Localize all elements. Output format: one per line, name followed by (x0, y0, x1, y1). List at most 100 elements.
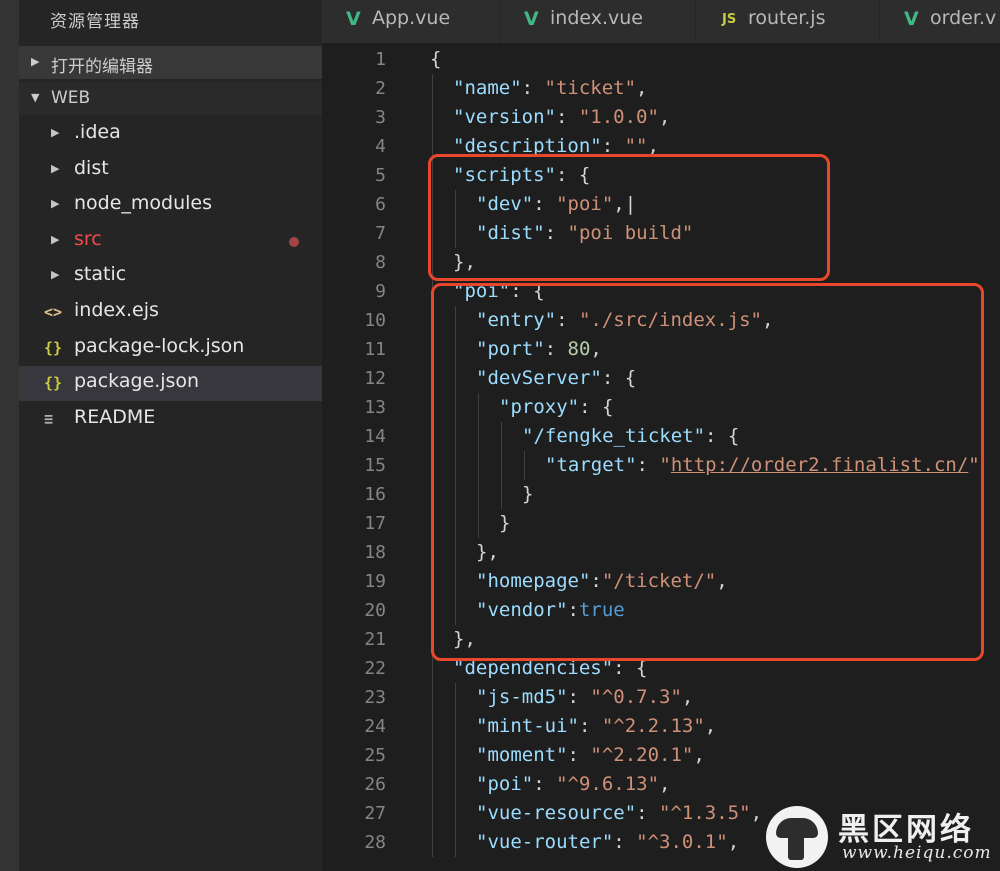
line-number: 2 (375, 78, 386, 99)
line-number: 4 (375, 136, 386, 157)
tab-app-vue[interactable]: V App.vue (322, 0, 500, 43)
line-number: 13 (364, 397, 386, 418)
line-number: 5 (375, 165, 386, 186)
tab-label: order.v (930, 7, 997, 29)
line-number: 28 (364, 832, 386, 853)
tree-item-dist[interactable]: ▶ dist (19, 153, 322, 188)
chevron-right-icon: ▶ (51, 161, 60, 175)
code-line: 26 "poi": "^9.6.13", (322, 770, 1000, 799)
line-number: 1 (375, 49, 386, 70)
line-number: 14 (364, 426, 386, 447)
explorer-sidebar: 资源管理器 ▶ 打开的编辑器 ▼ WEB ▶ .idea ▶ dist ▶ node_mo… (0, 0, 322, 871)
tree-item-label: node_modules (74, 192, 213, 215)
line-number: 12 (364, 368, 386, 389)
line-number: 11 (364, 339, 386, 360)
tree-item-package-lock-json[interactable]: {} package-lock.json (19, 331, 322, 366)
line-number: 9 (375, 281, 386, 302)
tab-order-v[interactable]: Vorder.v (880, 0, 1000, 43)
code-text: "vue-router": "^3.0.1", (476, 831, 740, 853)
line-number: 17 (364, 513, 386, 534)
code-text: { (430, 48, 442, 70)
chevron-right-icon: ▶ (51, 126, 60, 139)
modified-dot-icon (289, 236, 299, 247)
code-line: 23 "js-md5": "^0.7.3", (322, 683, 1000, 712)
folder-header-web[interactable]: ▼ WEB (19, 82, 322, 115)
chevron-right-icon: ▶ (51, 197, 60, 211)
line-number: 8 (375, 252, 386, 273)
open-editors-header[interactable]: ▶ 打开的编辑器 (19, 46, 322, 79)
code-line: 3 "version": "1.0.0", (322, 103, 1000, 132)
code-line: 2 "name": "ticket", (322, 74, 1000, 103)
code-text: "mint-ui": "^2.2.13", (476, 715, 717, 737)
html-file-icon: <> (44, 303, 63, 321)
js-icon: JS (722, 12, 737, 27)
tree-item-readme[interactable]: ≡ README (19, 402, 322, 437)
tab-label: App.vue (372, 7, 451, 29)
line-number: 23 (364, 687, 386, 708)
line-number: 16 (364, 484, 386, 505)
code-text: "poi": "^9.6.13", (476, 773, 671, 795)
code-text: "name": "ticket", (453, 77, 648, 99)
line-number: 22 (364, 658, 386, 679)
tab-index-vue[interactable]: Vindex.vue (500, 0, 696, 43)
line-number: 25 (364, 745, 386, 766)
vue-icon: V (524, 8, 539, 30)
line-number: 6 (375, 194, 386, 215)
code-text: "js-md5": "^0.7.3", (476, 686, 694, 708)
tree-item-static[interactable]: ▶ static (19, 259, 322, 294)
tree-item-src[interactable]: ▶ src (19, 224, 322, 259)
tree-item-label: static (74, 263, 127, 286)
line-number: 20 (364, 600, 386, 621)
tree-item-index-ejs[interactable]: <> index.ejs (19, 295, 322, 330)
code-text: "version": "1.0.0", (453, 106, 671, 128)
line-number: 27 (364, 803, 386, 824)
activity-bar (0, 0, 19, 871)
chevron-right-icon: ▶ (51, 232, 60, 246)
tree-item-idea[interactable]: ▶ .idea (19, 117, 322, 152)
text-file-icon: ≡ (44, 409, 54, 428)
code-line: 25 "moment": "^2.20.1", (322, 741, 1000, 770)
watermark-url: www.heiqu.com (842, 843, 992, 863)
tree-item-label: src (74, 227, 102, 250)
json-file-icon: {} (44, 338, 63, 357)
line-number: 26 (364, 774, 386, 795)
explorer-title: 资源管理器 (50, 12, 140, 32)
line-number: 3 (375, 107, 386, 128)
code-text: "vue-resource": "^1.3.5", (476, 802, 763, 824)
line-number: 15 (364, 455, 386, 476)
open-editors-label: 打开的编辑器 (51, 57, 153, 77)
code-text: "moment": "^2.20.1", (476, 744, 705, 766)
watermark: 黑区网络 www.heiqu.com (766, 798, 1000, 871)
json-file-icon: {} (44, 374, 63, 393)
chevron-down-icon: ▼ (31, 91, 40, 104)
highlight-box-poi (431, 283, 984, 661)
tree-item-package-json[interactable]: {} package.json (19, 366, 322, 402)
tree-item-label: package.json (74, 370, 200, 393)
tree-item-label: dist (74, 156, 109, 179)
line-number: 19 (364, 571, 386, 592)
highlight-box-scripts (428, 154, 830, 281)
line-number: 10 (364, 310, 386, 331)
editor-tabs: V App.vue Vindex.vue JS router.js Vorder.v (322, 0, 1000, 43)
tab-label: index.vue (550, 7, 643, 29)
tab-label: router.js (748, 7, 826, 29)
vue-icon: V (904, 8, 919, 30)
tree-item-node-modules[interactable]: ▶ node_modules (19, 188, 322, 223)
code-line: 1{ (322, 45, 1000, 74)
tab-router-js[interactable]: JS router.js (696, 0, 880, 43)
tree-item-label: index.ejs (74, 299, 159, 321)
mushroom-logo-icon (766, 806, 828, 868)
vue-icon: V (346, 8, 361, 30)
tree-item-label: .idea (74, 121, 121, 143)
chevron-right-icon: ▶ (31, 55, 40, 68)
line-number: 21 (364, 629, 386, 650)
line-number: 18 (364, 542, 386, 563)
code-editor[interactable]: 1{2 "name": "ticket", 3 "version": "1.0.0",… (322, 43, 1000, 871)
line-number: 24 (364, 716, 386, 737)
tree-item-label: README (74, 405, 156, 428)
tree-item-label: package-lock.json (74, 334, 245, 357)
code-line: 24 "mint-ui": "^2.2.13", (322, 712, 1000, 741)
chevron-right-icon: ▶ (51, 268, 60, 282)
line-number: 7 (375, 223, 386, 244)
folder-label: WEB (51, 88, 91, 108)
